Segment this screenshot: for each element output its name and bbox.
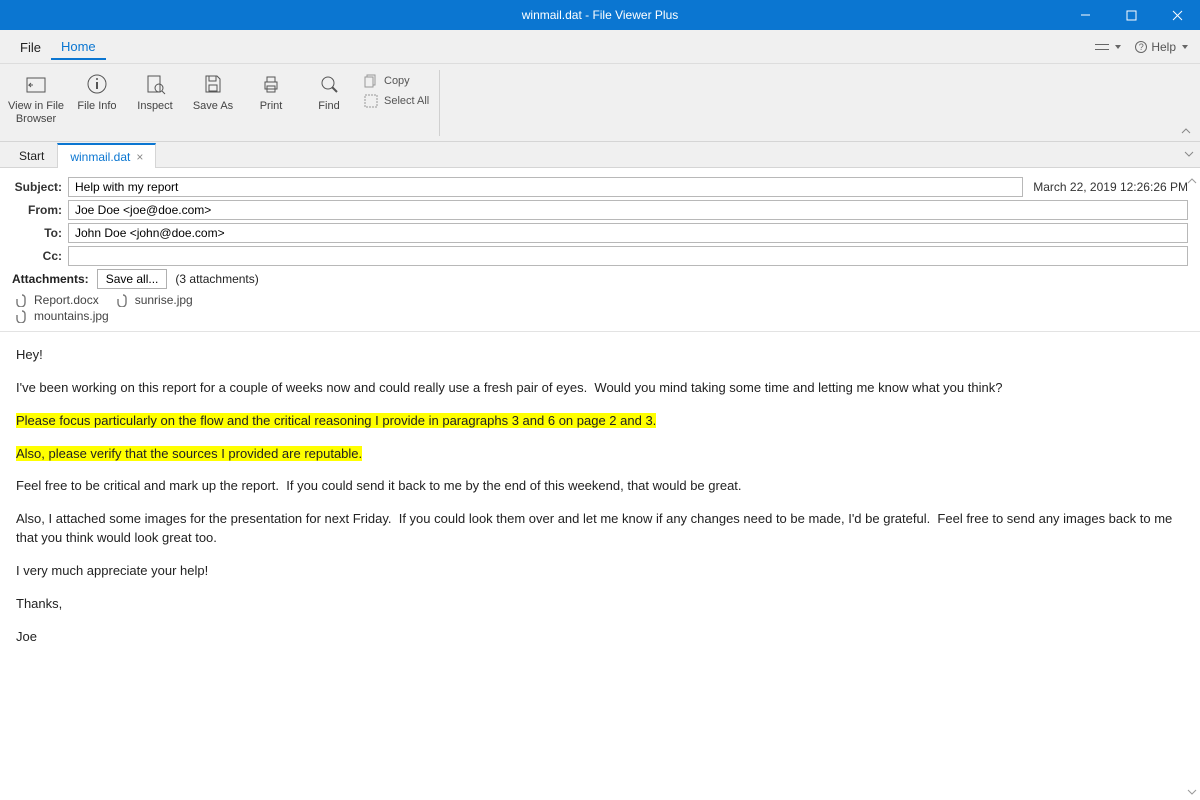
chevron-down-icon	[1187, 787, 1197, 797]
help-label: Help	[1151, 40, 1176, 54]
minimize-button[interactable]	[1062, 0, 1108, 30]
inspect-button[interactable]: Inspect	[126, 68, 184, 113]
vertical-scrollbar[interactable]	[1184, 173, 1200, 800]
from-label: From:	[12, 203, 68, 217]
mail-body: Hey! I've been working on this report fo…	[0, 332, 1200, 772]
cc-field[interactable]	[68, 246, 1188, 266]
chevron-down-icon	[1184, 149, 1194, 159]
paperclip-icon	[117, 293, 131, 307]
view-options-button[interactable]	[1095, 41, 1121, 53]
subject-label: Subject:	[12, 180, 68, 194]
help-icon: ?	[1135, 41, 1147, 53]
tab-overflow-button[interactable]	[1184, 148, 1194, 162]
close-icon	[1172, 10, 1183, 21]
subject-field[interactable]	[68, 177, 1023, 197]
tab-close-button[interactable]: ×	[136, 150, 143, 164]
from-field[interactable]	[68, 200, 1188, 220]
info-icon	[86, 70, 108, 98]
body-line: Hey!	[16, 346, 1184, 365]
tab-start[interactable]: Start	[6, 143, 57, 167]
save-as-button[interactable]: Save As	[184, 68, 242, 113]
body-line: I very much appreciate your help!	[16, 562, 1184, 581]
view-in-file-browser-button[interactable]: View in File Browser	[4, 68, 68, 126]
ribbon-label: View in File Browser	[8, 100, 64, 126]
printer-icon	[260, 70, 282, 98]
menu-file[interactable]: File	[10, 34, 51, 59]
ribbon-label: Select All	[384, 95, 429, 107]
ribbon-label: File Info	[77, 100, 116, 113]
ribbon-label: Save As	[193, 100, 233, 113]
to-field[interactable]	[68, 223, 1188, 243]
attachment-count: (3 attachments)	[175, 272, 258, 286]
tab-file[interactable]: winmail.dat ×	[57, 143, 156, 168]
help-button[interactable]: ? Help	[1135, 40, 1188, 54]
ribbon-separator	[439, 70, 440, 136]
folder-arrow-icon	[25, 70, 47, 98]
find-button[interactable]: Find	[300, 68, 358, 113]
attachment-name: sunrise.jpg	[135, 293, 193, 307]
chevron-up-icon	[1180, 125, 1192, 137]
paperclip-icon	[16, 309, 30, 323]
minimize-icon	[1080, 10, 1091, 21]
maximize-button[interactable]	[1108, 0, 1154, 30]
scroll-down-button[interactable]	[1184, 784, 1200, 800]
sliders-icon	[1095, 41, 1109, 53]
body-line: Joe	[16, 628, 1184, 647]
print-button[interactable]: Print	[242, 68, 300, 113]
attachment-name: mountains.jpg	[34, 309, 109, 323]
ribbon-toolbar: View in File Browser File Info Inspect S…	[0, 64, 1200, 142]
copy-icon	[364, 74, 378, 88]
floppy-icon	[202, 70, 224, 98]
body-line: I've been working on this report for a c…	[16, 379, 1184, 398]
close-button[interactable]	[1154, 0, 1200, 30]
cc-label: Cc:	[12, 249, 68, 263]
menu-bar: File Home ? Help	[0, 30, 1200, 64]
paperclip-icon	[16, 293, 30, 307]
ribbon-label: Copy	[384, 75, 410, 87]
to-label: To:	[12, 226, 68, 240]
highlighted-text: Also, please verify that the sources I p…	[16, 446, 362, 461]
body-line: Feel free to be critical and mark up the…	[16, 477, 1184, 496]
tab-label: Start	[19, 149, 44, 163]
chevron-down-icon	[1115, 45, 1121, 49]
attachment-item[interactable]: sunrise.jpg	[117, 293, 193, 307]
window-title: winmail.dat - File Viewer Plus	[522, 8, 679, 22]
chevron-down-icon	[1182, 45, 1188, 49]
save-all-button[interactable]: Save all...	[97, 269, 168, 289]
body-line: Also, I attached some images for the pre…	[16, 510, 1184, 548]
scroll-up-button[interactable]	[1184, 173, 1200, 189]
document-tab-strip: Start winmail.dat ×	[0, 142, 1200, 168]
body-line: Please focus particularly on the flow an…	[16, 412, 1184, 431]
attachment-item[interactable]: mountains.jpg	[16, 309, 109, 323]
attachment-item[interactable]: Report.docx	[16, 293, 99, 307]
date-label: March 22, 2019 12:26:26 PM	[1033, 180, 1188, 194]
body-line: Thanks,	[16, 595, 1184, 614]
collapse-ribbon-button[interactable]	[1180, 125, 1194, 139]
tab-label: winmail.dat	[70, 150, 130, 164]
highlighted-text: Please focus particularly on the flow an…	[16, 413, 656, 428]
mail-header-panel: Subject: March 22, 2019 12:26:26 PM From…	[0, 168, 1200, 332]
menu-home[interactable]: Home	[51, 33, 106, 60]
ribbon-label: Print	[260, 100, 283, 113]
select-all-icon	[364, 94, 378, 108]
ribbon-label: Inspect	[137, 100, 172, 113]
ribbon-label: Find	[318, 100, 339, 113]
title-bar: winmail.dat - File Viewer Plus	[0, 0, 1200, 30]
maximize-icon	[1126, 10, 1137, 21]
body-line: Also, please verify that the sources I p…	[16, 445, 1184, 464]
chevron-up-icon	[1187, 176, 1197, 186]
attachments-label: Attachments:	[12, 272, 89, 286]
copy-button[interactable]: Copy	[364, 74, 429, 88]
select-all-button[interactable]: Select All	[364, 94, 429, 108]
inspect-icon	[144, 70, 166, 98]
file-info-button[interactable]: File Info	[68, 68, 126, 113]
attachment-name: Report.docx	[34, 293, 99, 307]
magnifier-icon	[318, 70, 340, 98]
